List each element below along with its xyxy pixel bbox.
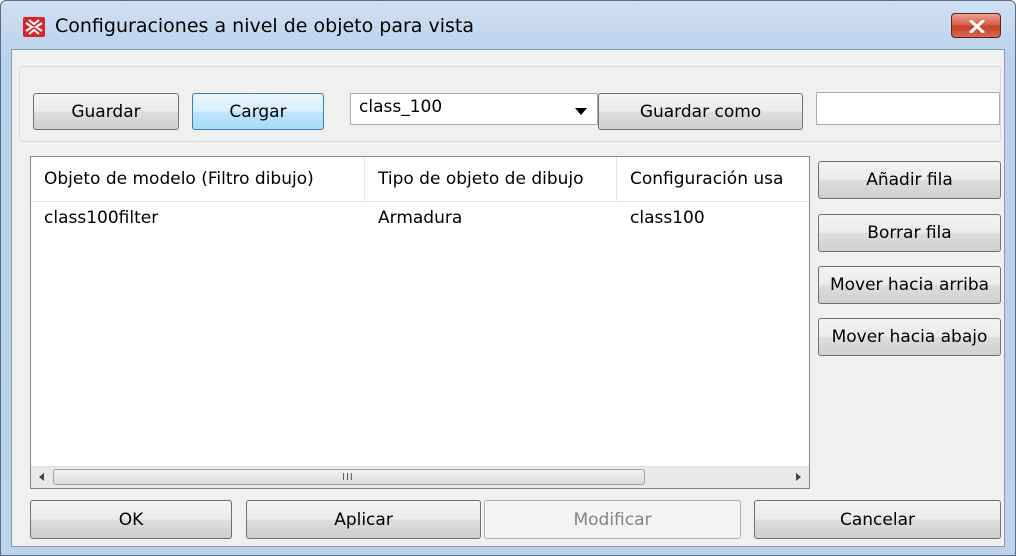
scrollbar-grip: III xyxy=(342,472,354,483)
close-icon xyxy=(969,20,985,33)
column-header-model-object[interactable]: Objeto de modelo (Filtro dibujo) xyxy=(31,157,365,201)
cell-model-object[interactable]: class100filter xyxy=(31,201,365,235)
save-as-name-input[interactable] xyxy=(816,92,1000,125)
dialog-content: Guardar Cargar class_100 Guardar como Ob… xyxy=(11,49,1005,547)
load-button[interactable]: Cargar xyxy=(192,93,324,130)
close-button[interactable] xyxy=(951,13,1001,38)
table-row[interactable]: class100filter Armadura class100 xyxy=(31,201,809,235)
toolbar-panel: Guardar Cargar class_100 Guardar como xyxy=(19,66,1001,142)
column-header-drawing-object-type[interactable]: Tipo de objeto de dibujo xyxy=(365,157,617,201)
scroll-left-arrow-icon[interactable] xyxy=(31,467,53,488)
dialog-window: Configuraciones a nivel de objeto para v… xyxy=(0,0,1016,556)
preset-dropdown-value: class_100 xyxy=(359,97,443,117)
add-row-button[interactable]: Añadir fila xyxy=(818,161,1001,199)
table-header: Objeto de modelo (Filtro dibujo) Tipo de… xyxy=(31,157,809,202)
save-button[interactable]: Guardar xyxy=(33,93,179,130)
modify-button[interactable]: Modificar xyxy=(484,500,741,539)
cell-settings-used[interactable]: class100 xyxy=(617,201,809,235)
app-logo-icon xyxy=(23,17,45,37)
preset-dropdown[interactable]: class_100 xyxy=(350,93,598,125)
object-settings-table[interactable]: Objeto de modelo (Filtro dibujo) Tipo de… xyxy=(30,156,810,489)
column-header-settings-used[interactable]: Configuración usa xyxy=(617,157,809,201)
move-up-button[interactable]: Mover hacia arriba xyxy=(818,266,1001,304)
cell-drawing-object-type[interactable]: Armadura xyxy=(365,201,617,235)
save-as-button[interactable]: Guardar como xyxy=(598,93,803,130)
apply-button[interactable]: Aplicar xyxy=(246,500,481,539)
ok-button[interactable]: OK xyxy=(30,500,232,539)
scrollbar-thumb[interactable]: III xyxy=(53,469,645,485)
cancel-button[interactable]: Cancelar xyxy=(754,500,1001,539)
chevron-down-icon[interactable] xyxy=(575,108,587,115)
title-bar[interactable]: Configuraciones a nivel de objeto para v… xyxy=(1,1,1015,49)
scroll-right-arrow-icon[interactable] xyxy=(787,467,809,488)
delete-row-button[interactable]: Borrar fila xyxy=(818,214,1001,252)
horizontal-scrollbar[interactable]: III xyxy=(31,466,809,488)
move-down-button[interactable]: Mover hacia abajo xyxy=(818,318,1001,356)
window-title: Configuraciones a nivel de objeto para v… xyxy=(55,15,475,37)
